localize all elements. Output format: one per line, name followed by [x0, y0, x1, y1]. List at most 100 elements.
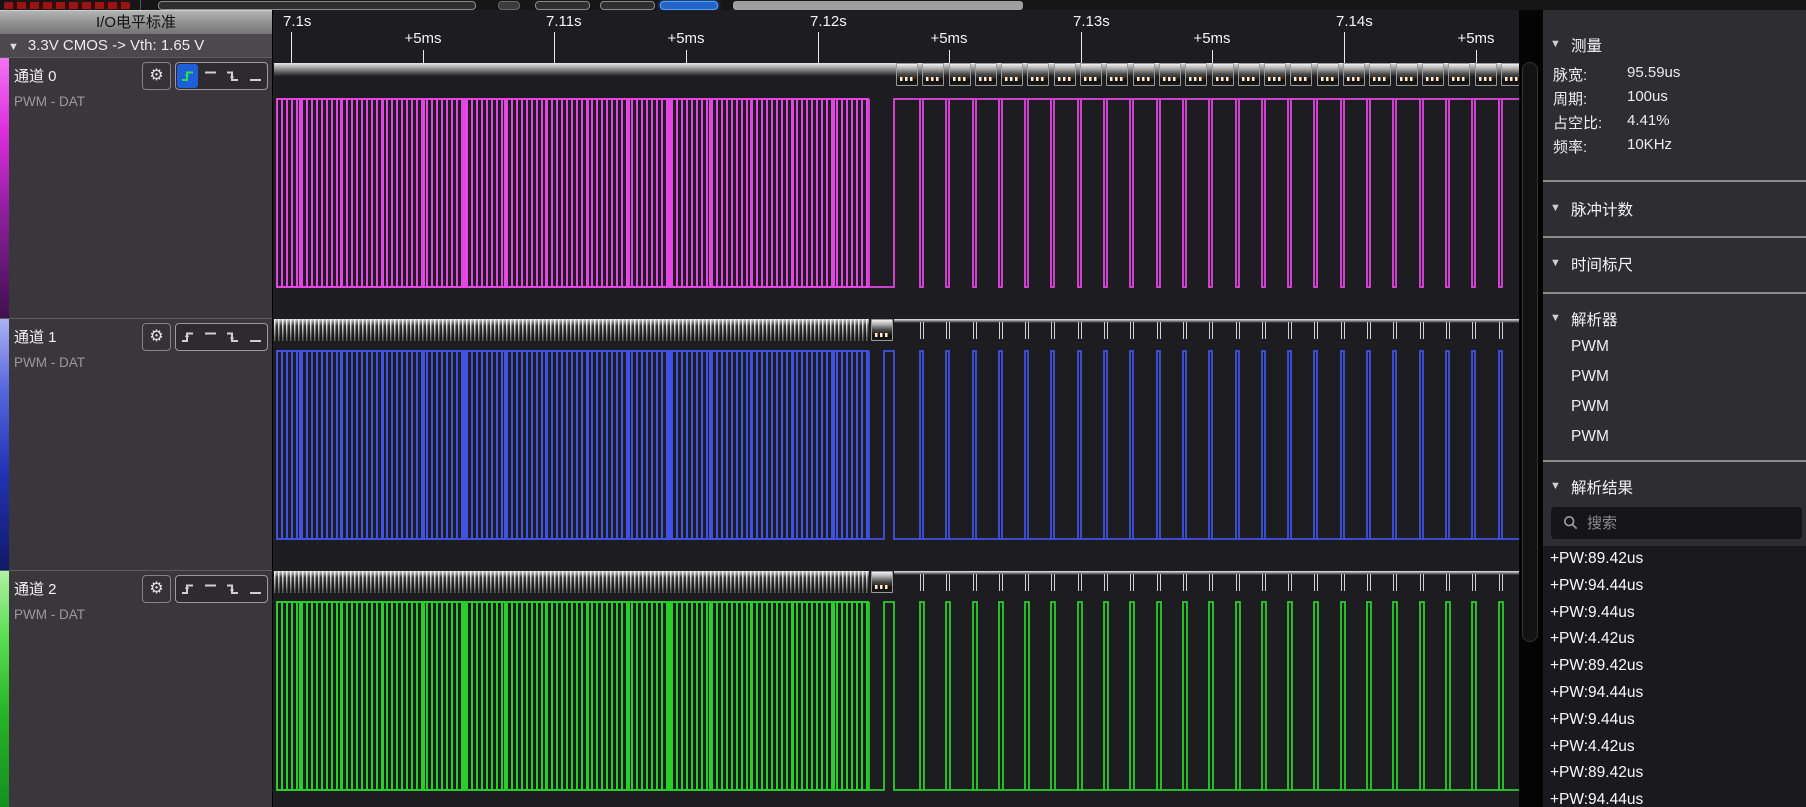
- major-tick: [291, 32, 292, 66]
- pwm-annotation-box[interactable]: [1185, 63, 1207, 86]
- pwm-annotation-box[interactable]: [1238, 63, 1260, 86]
- trigger-low-level-icon[interactable]: [245, 577, 266, 601]
- decoder-list-item[interactable]: PWM: [1571, 398, 1671, 420]
- trigger-high-level-icon[interactable]: [200, 64, 221, 88]
- annotation-tick: [1472, 322, 1476, 339]
- channel-settings-gear-icon[interactable]: ⚙: [142, 323, 171, 351]
- pwm-annotation-box[interactable]: [1369, 63, 1391, 86]
- annotation-ellipsis-icon: [1216, 77, 1230, 81]
- voltage-threshold-row[interactable]: ▼3.3V CMOS -> Vth: 1.65 V: [0, 34, 272, 57]
- pwm-annotation-box[interactable]: [1133, 63, 1155, 86]
- decode-result-item[interactable]: +PW:4.42us: [1543, 734, 1806, 761]
- decoder-annotation-row[interactable]: [274, 63, 1519, 87]
- annotation-ellipsis-icon: [1347, 77, 1361, 81]
- panel-divider: [1543, 236, 1806, 238]
- decoder-list-item[interactable]: PWM: [1571, 338, 1671, 360]
- pwm-annotation-box[interactable]: [1396, 63, 1418, 86]
- results-search-box[interactable]: [1551, 507, 1802, 539]
- pwm-annotation-box[interactable]: [1027, 63, 1049, 86]
- decode-result-item[interactable]: +PW:94.44us: [1543, 573, 1806, 600]
- io-level-standard-header[interactable]: I/O电平标准: [0, 10, 272, 34]
- decoder-list-item[interactable]: PWM: [1571, 428, 1671, 450]
- trigger-rising-edge-icon[interactable]: [177, 577, 198, 601]
- section-measure[interactable]: ▼ 测量: [1543, 34, 1806, 54]
- pwm-annotation-box[interactable]: [1080, 63, 1102, 86]
- annotation-tick: [1104, 322, 1108, 339]
- decoder-list-item[interactable]: PWM: [1571, 368, 1671, 390]
- section-decoder[interactable]: ▼ 解析器: [1543, 308, 1806, 328]
- section-decode-results[interactable]: ▼ 解析结果: [1543, 476, 1806, 496]
- toolbar-button[interactable]: [498, 1, 520, 10]
- decode-result-item[interactable]: +PW:4.42us: [1543, 626, 1806, 653]
- trigger-falling-edge-icon[interactable]: [222, 64, 243, 88]
- pwm-annotation-box[interactable]: [871, 571, 893, 593]
- pwm-annotation-box[interactable]: [1501, 63, 1519, 86]
- decode-result-item[interactable]: +PW:89.42us: [1543, 653, 1806, 680]
- pwm-annotation-box[interactable]: [1422, 63, 1444, 86]
- major-tick-label: 7.11s: [546, 13, 582, 30]
- pwm-annotation-box[interactable]: [1001, 63, 1023, 86]
- channel-block-2[interactable]: 通道 2⚙PWM - DAT: [0, 570, 272, 807]
- trigger-low-level-icon[interactable]: [245, 64, 266, 88]
- decode-result-item[interactable]: +PW:89.42us: [1543, 760, 1806, 787]
- trigger-low-level-icon[interactable]: [245, 325, 266, 349]
- pwm-annotation-box[interactable]: [1054, 63, 1076, 86]
- decode-result-item[interactable]: +PW:9.44us: [1543, 707, 1806, 734]
- trigger-high-level-icon[interactable]: [200, 325, 221, 349]
- annotation-tick: [1209, 574, 1213, 591]
- annotation-tick: [920, 322, 924, 339]
- pwm-annotation-box[interactable]: [975, 63, 997, 86]
- major-tick: [1081, 32, 1082, 66]
- trigger-rising-edge-icon[interactable]: [177, 64, 198, 88]
- channel-waveform[interactable]: [274, 601, 1519, 791]
- trigger-high-level-icon[interactable]: [200, 577, 221, 601]
- search-input[interactable]: [1587, 509, 1792, 537]
- pwm-annotation-box[interactable]: [949, 63, 971, 86]
- annotation-tick: [1183, 322, 1187, 339]
- vertical-scrollbar[interactable]: [1519, 10, 1543, 807]
- pwm-annotation-box[interactable]: [1159, 63, 1181, 86]
- waveform-view[interactable]: 7.1s+5ms7.11s+5ms7.12s+5ms7.13s+5ms7.14s…: [274, 10, 1519, 807]
- pwm-annotation-box[interactable]: [1290, 63, 1312, 86]
- toolbar-active-button[interactable]: [660, 1, 718, 10]
- channel-block-1[interactable]: 通道 1⚙PWM - DAT: [0, 318, 272, 570]
- pwm-annotation-box[interactable]: [896, 63, 918, 86]
- decoder-annotation-row[interactable]: [274, 571, 1519, 595]
- decode-results-list[interactable]: +PW:89.42us+PW:94.44us+PW:9.44us+PW:4.42…: [1543, 546, 1806, 807]
- minor-tick-label: +5ms: [1446, 30, 1506, 47]
- section-time-ruler[interactable]: ▼ 时间标尺: [1543, 253, 1806, 273]
- trigger-rising-edge-icon[interactable]: [177, 325, 198, 349]
- decode-result-item[interactable]: +PW:94.44us: [1543, 787, 1806, 807]
- channel-settings-gear-icon[interactable]: ⚙: [142, 575, 171, 603]
- decode-result-item[interactable]: +PW:94.44us: [1543, 680, 1806, 707]
- pwm-annotation-box[interactable]: [1317, 63, 1339, 86]
- trigger-falling-edge-icon[interactable]: [222, 325, 243, 349]
- annotation-tick: [1499, 574, 1503, 591]
- trigger-falling-edge-icon[interactable]: [222, 577, 243, 601]
- scrollbar-thumb[interactable]: [1522, 62, 1538, 642]
- decode-result-item[interactable]: +PW:89.42us: [1543, 546, 1806, 573]
- pwm-annotation-box[interactable]: [1212, 63, 1234, 86]
- channel-block-0[interactable]: 通道 0⚙PWM - DAT: [0, 57, 272, 318]
- annotation-tick: [1367, 322, 1371, 339]
- pwm-annotation-box[interactable]: [1448, 63, 1470, 86]
- decode-result-item[interactable]: +PW:9.44us: [1543, 600, 1806, 627]
- pwm-annotation-box[interactable]: [1475, 63, 1497, 86]
- annotation-tick: [1157, 322, 1161, 339]
- toolbar-button[interactable]: [600, 1, 655, 10]
- channel-waveform[interactable]: [274, 98, 1519, 288]
- section-pulse-count[interactable]: ▼ 脉冲计数: [1543, 198, 1806, 218]
- toolbar-button[interactable]: [535, 1, 590, 10]
- measure-label: 脉宽:: [1553, 64, 1587, 85]
- pwm-annotation-box[interactable]: [1343, 63, 1365, 86]
- chevron-down-icon: ▼: [1550, 480, 1561, 492]
- channel-waveform[interactable]: [274, 350, 1519, 540]
- toolbar-mode-button[interactable]: [158, 1, 476, 10]
- pwm-annotation-box[interactable]: [871, 319, 893, 341]
- pwm-annotation-box[interactable]: [922, 63, 944, 86]
- pwm-annotation-box[interactable]: [1106, 63, 1128, 86]
- channel-settings-gear-icon[interactable]: ⚙: [142, 62, 171, 90]
- toolbar-wide-bar[interactable]: [733, 1, 1023, 10]
- decoder-annotation-row[interactable]: [274, 319, 1519, 343]
- pwm-annotation-box[interactable]: [1264, 63, 1286, 86]
